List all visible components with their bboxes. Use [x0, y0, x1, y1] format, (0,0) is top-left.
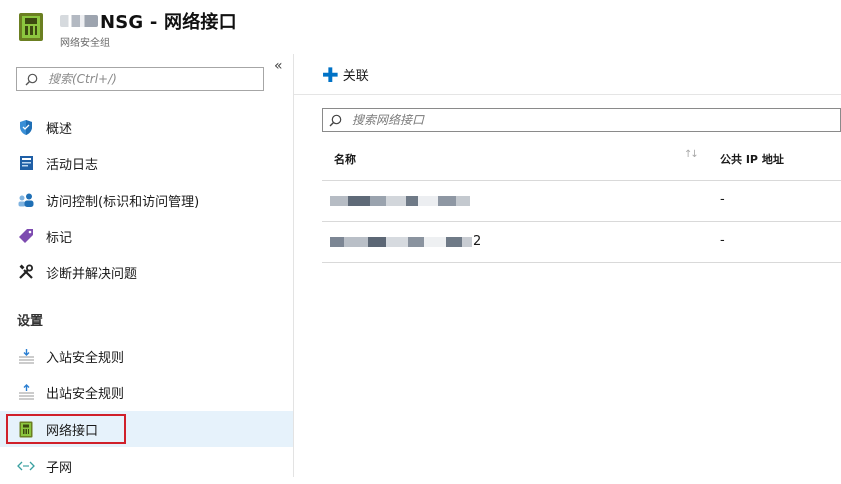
page-title: NSG - 网络接口 [100, 12, 237, 33]
subnet-icon [17, 457, 35, 475]
activity-log-icon [17, 154, 35, 172]
network-interface-search-input[interactable] [350, 112, 754, 128]
menu-item-label: 访问控制(标识和访问管理) [46, 194, 200, 210]
menu-item-label: 子网 [46, 460, 73, 476]
network-interface-icon [19, 13, 43, 41]
redacted-interface-name[interactable]: 2 [330, 234, 482, 249]
column-header-public-ip[interactable]: 公共 IP 地址 [720, 151, 784, 167]
search-icon [25, 73, 38, 85]
network-interface-search-box[interactable] [322, 108, 841, 132]
access-control-icon [17, 191, 35, 209]
menu-item-label: 活动日志 [46, 157, 99, 173]
public-ip-cell: - [720, 233, 725, 248]
menu-item-outbound-rules[interactable]: 出站安全规则 [0, 374, 293, 410]
menu-search-input[interactable] [46, 71, 250, 87]
menu-item-overview[interactable]: 概述 [0, 109, 293, 145]
public-ip-cell: - [720, 192, 725, 207]
menu-item-subnets[interactable]: 子网 [0, 448, 293, 484]
command-bar: ✚ 关联 [294, 54, 841, 95]
menu-item-label: 标记 [46, 230, 73, 246]
inbound-rules-icon [17, 347, 35, 365]
column-header-name[interactable]: 名称 [334, 151, 356, 167]
highlight-annotation-box [6, 414, 126, 444]
associate-button-label: 关联 [342, 69, 369, 84]
redacted-interface-name[interactable] [330, 195, 471, 207]
collapse-menu-icon[interactable]: « [274, 58, 283, 74]
grid-header-row: 名称 ↑↓ 公共 IP 地址 [322, 138, 841, 181]
table-row[interactable]: 2 - [322, 222, 841, 263]
menu-item-label: 入站安全规则 [46, 350, 125, 366]
blade-header: NSG - 网络接口 网络安全组 [0, 0, 841, 54]
search-icon [329, 114, 342, 126]
outbound-rules-icon [17, 383, 35, 401]
menu-search-box[interactable] [16, 67, 264, 91]
resource-menu: « 概述 活动日志 [0, 54, 294, 477]
menu-item-tags[interactable]: 标记 [0, 218, 293, 254]
plus-icon: ✚ [322, 62, 339, 87]
menu-item-diagnose[interactable]: 诊断并解决问题 [0, 254, 293, 290]
main-content: ✚ 关联 名称 ↑↓ 公共 IP 地址 [294, 54, 841, 477]
menu-item-label: 诊断并解决问题 [46, 266, 138, 282]
page-subtitle: 网络安全组 [60, 38, 110, 49]
tag-icon [17, 227, 35, 245]
redacted-resource-name [60, 15, 98, 27]
shield-icon [17, 118, 35, 136]
menu-item-network-interfaces[interactable]: 网络接口 [0, 411, 293, 447]
menu-item-access-control[interactable]: 访问控制(标识和访问管理) [0, 182, 293, 218]
interface-name-suffix: 2 [473, 234, 482, 249]
wrench-icon [17, 263, 35, 281]
associate-button[interactable]: ✚ 关联 [322, 62, 369, 87]
table-row[interactable]: - [322, 181, 841, 222]
menu-item-inbound-rules[interactable]: 入站安全规则 [0, 338, 293, 374]
network-interface-grid: 名称 ↑↓ 公共 IP 地址 - 2 - [322, 138, 841, 263]
section-title-settings: 设置 [17, 314, 44, 329]
sort-arrows-icon[interactable]: ↑↓ [684, 149, 699, 160]
menu-item-activity-log[interactable]: 活动日志 [0, 145, 293, 181]
menu-item-label: 概述 [46, 121, 73, 137]
menu-item-label: 出站安全规则 [46, 386, 125, 402]
